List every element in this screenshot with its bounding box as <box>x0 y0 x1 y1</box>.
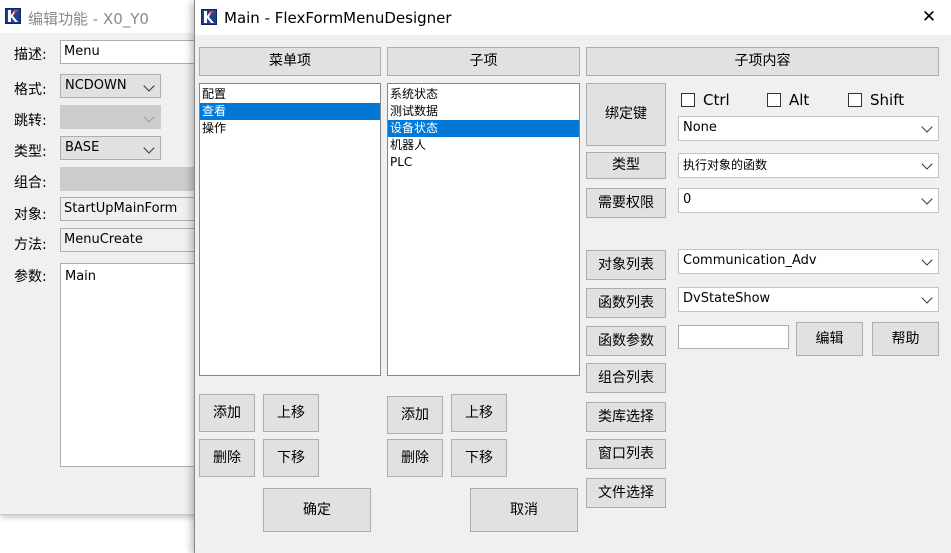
chevron-down-icon <box>921 158 933 170</box>
window-list-button[interactable]: 窗口列表 <box>586 439 666 469</box>
jump-label: 跳转: <box>14 113 47 129</box>
key-select[interactable]: None <box>678 116 939 141</box>
format-label: 格式: <box>14 82 47 98</box>
bind-key-button[interactable]: 绑定键 <box>586 83 666 146</box>
menu-items-list[interactable]: 配置 查看 操作 <box>199 83 381 376</box>
list-item[interactable]: 系统状态 <box>388 86 579 103</box>
cancel-button[interactable]: 取消 <box>470 488 578 532</box>
alt-checkbox[interactable]: Alt <box>767 91 809 109</box>
type-value: 执行对象的函数 <box>683 158 768 172</box>
help-button[interactable]: 帮助 <box>872 322 939 356</box>
type-select[interactable]: 执行对象的函数 <box>678 153 939 178</box>
list-item[interactable]: 设备状态 <box>388 120 579 137</box>
menu-items-header: 菜单项 <box>199 47 381 76</box>
chevron-down-icon <box>921 193 933 205</box>
list-item[interactable]: 机器人 <box>388 137 579 154</box>
chevron-down-icon <box>143 142 155 154</box>
key-value: None <box>683 120 717 135</box>
ok-button[interactable]: 确定 <box>263 488 371 532</box>
sub-delete-button[interactable]: 删除 <box>387 439 443 477</box>
sub-items-list[interactable]: 系统状态 测试数据 设备状态 机器人 PLC <box>387 83 580 376</box>
type-label: 类型: <box>14 144 47 160</box>
checkbox-box <box>681 93 695 107</box>
shift-checkbox[interactable]: Shift <box>848 91 904 109</box>
menu-designer-window: Main - FlexFormMenuDesigner ✕ 菜单项 子项 子项内… <box>194 0 951 553</box>
close-icon[interactable]: ✕ <box>915 6 943 28</box>
params-label: 参数: <box>14 269 47 285</box>
list-item[interactable]: 操作 <box>200 120 380 137</box>
menu-move-down-button[interactable]: 下移 <box>263 439 319 477</box>
method-field[interactable]: MenuCreate <box>60 228 196 252</box>
menu-delete-button[interactable]: 删除 <box>199 439 255 477</box>
library-select-button[interactable]: 类库选择 <box>586 402 666 432</box>
function-value: DvStateShow <box>683 291 771 306</box>
format-value: NCDOWN <box>65 78 127 93</box>
chevron-down-icon <box>921 292 933 304</box>
sub-content-header: 子项内容 <box>586 47 939 76</box>
checkbox-box <box>767 93 781 107</box>
shift-label: Shift <box>870 91 905 109</box>
chevron-down-icon <box>921 121 933 133</box>
function-select[interactable]: DvStateShow <box>678 287 939 312</box>
menu-move-up-button[interactable]: 上移 <box>263 394 319 432</box>
object-value: Communication_Adv <box>683 253 817 268</box>
method-label: 方法: <box>14 237 47 253</box>
type-select[interactable]: BASE <box>60 136 161 160</box>
object-field[interactable]: StartUpMainForm <box>60 197 196 221</box>
object-select[interactable]: Communication_Adv <box>678 249 939 274</box>
list-item[interactable]: 配置 <box>200 86 380 103</box>
app-logo-icon <box>201 9 217 25</box>
list-item[interactable]: PLC <box>388 154 579 171</box>
edit-window-title: 编辑功能 - X0_Y0 <box>28 10 149 28</box>
desc-label: 描述: <box>14 47 47 63</box>
file-select-button[interactable]: 文件选择 <box>586 478 666 508</box>
group-label: 组合: <box>14 175 47 191</box>
type-button[interactable]: 类型 <box>586 152 666 179</box>
sub-move-down-button[interactable]: 下移 <box>451 439 507 477</box>
function-list-button[interactable]: 函数列表 <box>586 288 666 318</box>
params-textarea[interactable]: Main <box>60 263 196 467</box>
sub-move-up-button[interactable]: 上移 <box>451 394 507 432</box>
permission-value: 0 <box>683 192 692 207</box>
function-params-input[interactable] <box>678 325 789 349</box>
list-item[interactable]: 测试数据 <box>388 103 579 120</box>
edit-button[interactable]: 编辑 <box>796 322 863 356</box>
object-list-button[interactable]: 对象列表 <box>586 250 666 280</box>
ctrl-label: Ctrl <box>703 91 730 109</box>
chevron-down-icon <box>143 80 155 92</box>
chevron-down-icon <box>921 254 933 266</box>
desc-field[interactable]: Menu <box>60 40 196 64</box>
sub-items-header: 子项 <box>387 47 580 76</box>
main-window-title: Main - FlexFormMenuDesigner <box>224 9 452 27</box>
list-item[interactable]: 查看 <box>200 103 380 120</box>
main-window-titlebar: Main - FlexFormMenuDesigner ✕ <box>195 0 951 35</box>
group-list-button[interactable]: 组合列表 <box>586 363 666 393</box>
object-label: 对象: <box>14 207 47 223</box>
menu-add-button[interactable]: 添加 <box>199 394 255 432</box>
edit-function-window: 编辑功能 - X0_Y0 描述: Menu 格式: NCDOWN 跳转: 类型:… <box>0 0 197 515</box>
format-select[interactable]: NCDOWN <box>60 74 161 98</box>
sub-add-button[interactable]: 添加 <box>387 396 443 434</box>
required-permission-button[interactable]: 需要权限 <box>586 188 666 218</box>
chevron-down-icon <box>143 111 155 123</box>
app-logo-icon <box>5 8 21 24</box>
checkbox-box <box>848 93 862 107</box>
group-field <box>60 167 196 191</box>
jump-select <box>60 105 161 129</box>
type-value: BASE <box>65 140 100 155</box>
edit-window-titlebar: 编辑功能 - X0_Y0 <box>0 0 196 33</box>
permission-select[interactable]: 0 <box>678 188 939 213</box>
alt-label: Alt <box>789 91 810 109</box>
ctrl-checkbox[interactable]: Ctrl <box>681 91 730 109</box>
function-params-button[interactable]: 函数参数 <box>586 326 666 356</box>
